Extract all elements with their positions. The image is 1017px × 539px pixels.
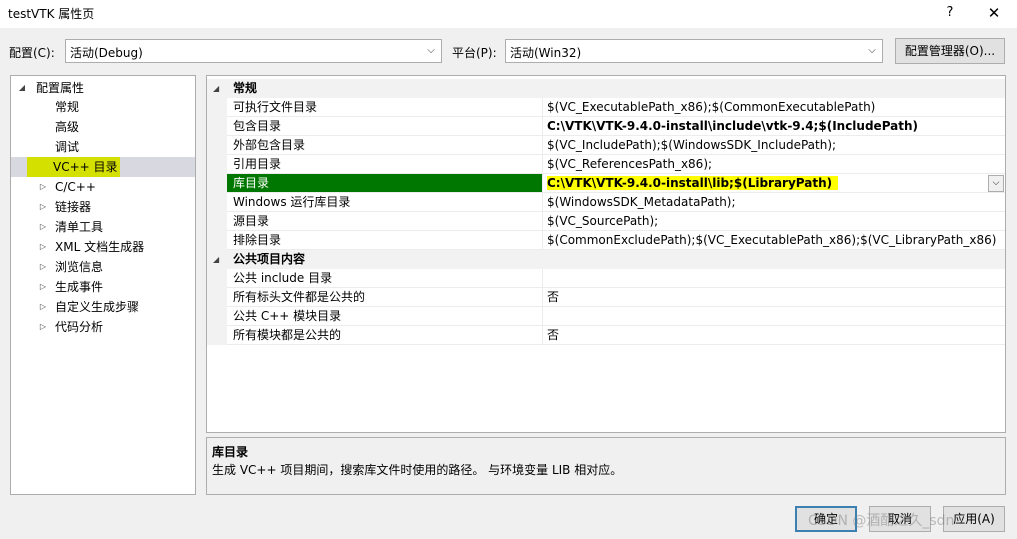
tree-root-label: 配置属性 — [36, 81, 85, 95]
property-row[interactable]: 所有标头文件都是公共的 否 — [207, 288, 1005, 307]
tree-item-label: 代码分析 — [55, 320, 104, 334]
property-value-editor[interactable]: C:\VTK\VTK-9.4.0-install\lib;$(LibraryPa… — [543, 174, 1005, 193]
property-value[interactable]: C:\VTK\VTK-9.4.0-install\include\vtk-9.4… — [543, 117, 1005, 136]
tree-root-item[interactable]: ◢ 配置属性 — [11, 78, 195, 98]
config-combo[interactable]: 活动(Debug) ⌵ — [65, 39, 442, 63]
tree-item-vc-directories[interactable]: VC++ 目录 — [11, 157, 195, 177]
category-public-project-content[interactable]: ◢ 公共项目内容 — [207, 250, 1005, 269]
tree-item-manifest-tool[interactable]: ▷ 清单工具 — [11, 217, 195, 237]
property-name: 库目录 — [227, 174, 543, 193]
property-tree[interactable]: ◢ 配置属性 常规 高级 调试 VC++ 目录 ▷ C/C++ ▷ 链接器 ▷ … — [10, 75, 196, 495]
close-button[interactable]: ✕ — [984, 3, 1004, 23]
tree-item-label: 链接器 — [55, 200, 92, 214]
property-row[interactable]: 公共 include 目录 — [207, 269, 1005, 288]
property-name: 所有标头文件都是公共的 — [227, 288, 543, 307]
config-manager-button[interactable]: 配置管理器(O)... — [895, 38, 1005, 64]
tree-item-label: 自定义生成步骤 — [55, 300, 140, 314]
expand-arrow-icon[interactable]: ▷ — [38, 177, 48, 197]
tree-item-custom-build-step[interactable]: ▷ 自定义生成步骤 — [11, 297, 195, 317]
property-row[interactable]: 包含目录 C:\VTK\VTK-9.4.0-install\include\vt… — [207, 117, 1005, 136]
tree-item-xml-doc-generator[interactable]: ▷ XML 文档生成器 — [11, 237, 195, 257]
chevron-down-icon[interactable]: ⌵ — [988, 175, 1004, 192]
property-value[interactable]: 否 — [543, 288, 1005, 307]
expand-arrow-icon[interactable]: ▷ — [38, 277, 48, 297]
tree-item-label: 生成事件 — [55, 280, 104, 294]
property-value[interactable]: $(CommonExcludePath);$(VC_ExecutablePath… — [543, 231, 1005, 250]
tree-item-build-events[interactable]: ▷ 生成事件 — [11, 277, 195, 297]
tree-item-c-cpp[interactable]: ▷ C/C++ — [11, 177, 195, 197]
property-name: 公共 include 目录 — [227, 269, 543, 288]
tree-item-label: 调试 — [55, 140, 80, 154]
expand-arrow-icon[interactable]: ▷ — [38, 257, 48, 277]
description-title: 库目录 — [212, 445, 249, 459]
platform-combo-value: 活动(Win32) — [510, 46, 582, 60]
property-name: 所有模块都是公共的 — [227, 326, 543, 345]
property-name: Windows 运行库目录 — [227, 193, 543, 212]
tree-item-debugging[interactable]: 调试 — [11, 137, 195, 157]
tree-item-advanced[interactable]: 高级 — [11, 117, 195, 137]
description-panel: 库目录 生成 VC++ 项目期间，搜索库文件时使用的路径。 与环境变量 LIB … — [206, 437, 1006, 495]
category-label: 公共项目内容 — [233, 252, 306, 266]
expand-arrow-icon[interactable]: ▷ — [38, 317, 48, 337]
chevron-down-icon: ⌵ — [868, 45, 876, 56]
config-label: 配置(C): — [9, 46, 55, 60]
property-value[interactable]: $(VC_IncludePath);$(WindowsSDK_IncludePa… — [543, 136, 1005, 155]
property-row[interactable]: 引用目录 $(VC_ReferencesPath_x86); — [207, 155, 1005, 174]
tree-item-label: C/C++ — [55, 180, 96, 194]
expand-arrow-icon[interactable]: ▷ — [38, 217, 48, 237]
property-value[interactable]: 否 — [543, 326, 1005, 345]
chevron-down-icon: ⌵ — [427, 45, 435, 56]
property-row[interactable]: Windows 运行库目录 $(WindowsSDK_MetadataPath)… — [207, 193, 1005, 212]
tree-item-browse-info[interactable]: ▷ 浏览信息 — [11, 257, 195, 277]
expand-arrow-icon[interactable]: ▷ — [38, 237, 48, 257]
watermark: CSDN @酒酣之久_sdn — [808, 513, 955, 529]
property-name: 公共 C++ 模块目录 — [227, 307, 543, 326]
description-text: 生成 VC++ 项目期间，搜索库文件时使用的路径。 与环境变量 LIB 相对应。 — [212, 463, 623, 477]
property-row[interactable]: 可执行文件目录 $(VC_ExecutablePath_x86);$(Commo… — [207, 98, 1005, 117]
expand-arrow-icon[interactable]: ▷ — [38, 197, 48, 217]
property-value[interactable]: $(VC_ExecutablePath_x86);$(CommonExecuta… — [543, 98, 1005, 117]
property-value[interactable] — [543, 269, 1005, 288]
tree-item-label: VC++ 目录 — [27, 157, 120, 177]
property-grid[interactable]: ◢ 常规 可执行文件目录 $(VC_ExecutablePath_x86);$(… — [206, 75, 1006, 433]
collapse-arrow-icon[interactable]: ◢ — [17, 78, 27, 98]
tree-item-label: 浏览信息 — [55, 260, 104, 274]
property-value[interactable]: $(WindowsSDK_MetadataPath); — [543, 193, 1005, 212]
tree-item-label: 清单工具 — [55, 220, 104, 234]
platform-combo[interactable]: 活动(Win32) ⌵ — [505, 39, 883, 63]
property-row-selected[interactable]: 库目录 C:\VTK\VTK-9.4.0-install\lib;$(Libra… — [207, 174, 1005, 193]
collapse-arrow-icon[interactable]: ◢ — [213, 79, 219, 98]
property-row[interactable]: 外部包含目录 $(VC_IncludePath);$(WindowsSDK_In… — [207, 136, 1005, 155]
help-button[interactable]: ? — [940, 3, 960, 23]
property-name: 排除目录 — [227, 231, 543, 250]
config-combo-value: 活动(Debug) — [70, 46, 143, 60]
tree-item-general[interactable]: 常规 — [11, 97, 195, 117]
property-row[interactable]: 所有模块都是公共的 否 — [207, 326, 1005, 345]
category-general[interactable]: ◢ 常规 — [207, 79, 1005, 98]
window-title: testVTK 属性页 — [8, 7, 95, 21]
collapse-arrow-icon[interactable]: ◢ — [213, 250, 219, 269]
tree-item-linker[interactable]: ▷ 链接器 — [11, 197, 195, 217]
tree-item-code-analysis[interactable]: ▷ 代码分析 — [11, 317, 195, 337]
tree-item-label: XML 文档生成器 — [55, 240, 145, 254]
property-value[interactable]: $(VC_SourcePath); — [543, 212, 1005, 231]
property-name: 外部包含目录 — [227, 136, 543, 155]
property-name: 包含目录 — [227, 117, 543, 136]
property-row[interactable]: 公共 C++ 模块目录 — [207, 307, 1005, 326]
tree-item-label: 高级 — [55, 120, 80, 134]
property-value[interactable] — [543, 307, 1005, 326]
platform-label: 平台(P): — [452, 46, 497, 60]
property-row[interactable]: 源目录 $(VC_SourcePath); — [207, 212, 1005, 231]
category-label: 常规 — [233, 81, 258, 95]
expand-arrow-icon[interactable]: ▷ — [38, 297, 48, 317]
property-name: 可执行文件目录 — [227, 98, 543, 117]
property-name: 引用目录 — [227, 155, 543, 174]
property-row[interactable]: 排除目录 $(CommonExcludePath);$(VC_Executabl… — [207, 231, 1005, 250]
property-value-text[interactable]: C:\VTK\VTK-9.4.0-install\lib;$(LibraryPa… — [547, 176, 839, 190]
title-bar: testVTK 属性页 ? ✕ — [0, 0, 1017, 28]
tree-item-label: 常规 — [55, 100, 80, 114]
property-name: 源目录 — [227, 212, 543, 231]
property-value[interactable]: $(VC_ReferencesPath_x86); — [543, 155, 1005, 174]
